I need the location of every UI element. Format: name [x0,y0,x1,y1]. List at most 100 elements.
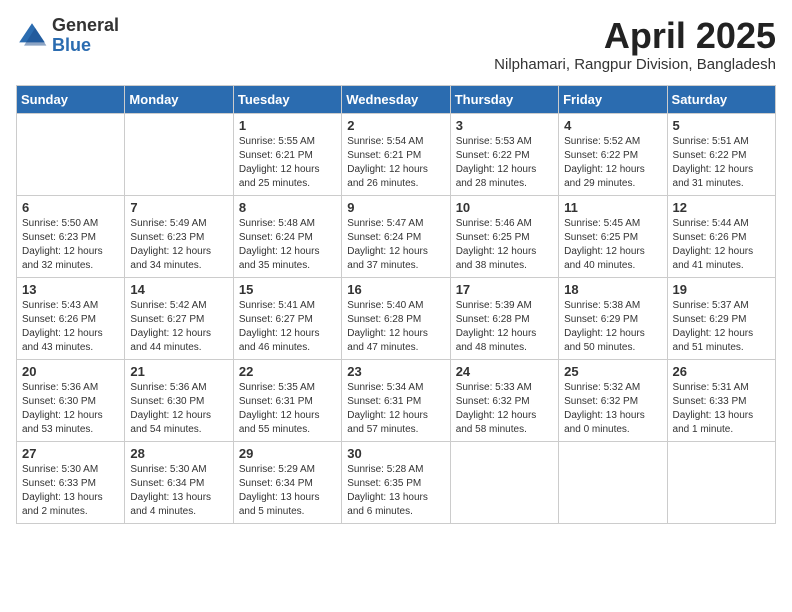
day-info: Sunrise: 5:39 AM Sunset: 6:28 PM Dayligh… [456,299,553,355]
logo-icon [16,20,48,52]
day-info: Sunrise: 5:31 AM Sunset: 6:33 PM Dayligh… [673,381,770,437]
week-row-3: 13 Sunrise: 5:43 AM Sunset: 6:26 PM Dayli… [17,277,776,359]
day-cell: 24 Sunrise: 5:33 AM Sunset: 6:32 PM Dayli… [450,359,558,441]
logo-text: General Blue [52,16,119,56]
day-number: 23 [347,364,444,379]
logo: General Blue [16,16,119,56]
calendar-subtitle: Nilphamari, Rangpur Division, Bangladesh [494,56,776,73]
day-info: Sunrise: 5:33 AM Sunset: 6:32 PM Dayligh… [456,381,553,437]
day-cell: 8 Sunrise: 5:48 AM Sunset: 6:24 PM Daylig… [233,195,341,277]
logo-general: General [52,16,119,36]
day-number: 4 [564,118,661,133]
day-info: Sunrise: 5:36 AM Sunset: 6:30 PM Dayligh… [130,381,227,437]
day-info: Sunrise: 5:50 AM Sunset: 6:23 PM Dayligh… [22,217,119,273]
day-number: 6 [22,200,119,215]
day-cell: 19 Sunrise: 5:37 AM Sunset: 6:29 PM Dayli… [667,277,775,359]
day-cell: 26Sunrise: 5:31 AM Sunset: 6:33 PM Dayli… [667,359,775,441]
day-info: Sunrise: 5:30 AM Sunset: 6:33 PM Dayligh… [22,463,119,519]
day-cell: 12Sunrise: 5:44 AM Sunset: 6:26 PM Dayli… [667,195,775,277]
day-number: 29 [239,446,336,461]
day-number: 30 [347,446,444,461]
day-cell: 25 Sunrise: 5:32 AM Sunset: 6:32 PM Dayli… [559,359,667,441]
header-day-saturday: Saturday [667,85,775,113]
day-number: 27 [22,446,119,461]
day-info: Sunrise: 5:53 AM Sunset: 6:22 PM Dayligh… [456,135,553,191]
day-info: Sunrise: 5:32 AM Sunset: 6:32 PM Dayligh… [564,381,661,437]
day-info: Sunrise: 5:55 AM Sunset: 6:21 PM Dayligh… [239,135,336,191]
day-info: Sunrise: 5:41 AM Sunset: 6:27 PM Dayligh… [239,299,336,355]
day-number: 9 [347,200,444,215]
day-number: 11 [564,200,661,215]
day-cell: 27 Sunrise: 5:30 AM Sunset: 6:33 PM Dayli… [17,441,125,523]
day-cell: 22 Sunrise: 5:35 AM Sunset: 6:31 PM Dayli… [233,359,341,441]
day-info: Sunrise: 5:30 AM Sunset: 6:34 PM Dayligh… [130,463,227,519]
day-number: 14 [130,282,227,297]
day-number: 15 [239,282,336,297]
day-number: 13 [22,282,119,297]
day-number: 22 [239,364,336,379]
day-number: 18 [564,282,661,297]
header-day-wednesday: Wednesday [342,85,450,113]
header-day-friday: Friday [559,85,667,113]
day-cell: 7Sunrise: 5:49 AM Sunset: 6:23 PM Daylig… [125,195,233,277]
day-cell: 1 Sunrise: 5:55 AM Sunset: 6:21 PM Daylig… [233,113,341,195]
day-cell: 9 Sunrise: 5:47 AM Sunset: 6:24 PM Daylig… [342,195,450,277]
title-area: April 2025 Nilphamari, Rangpur Division,… [494,16,776,73]
day-cell: 15 Sunrise: 5:41 AM Sunset: 6:27 PM Dayli… [233,277,341,359]
day-cell: 30 Sunrise: 5:28 AM Sunset: 6:35 PM Dayli… [342,441,450,523]
day-info: Sunrise: 5:52 AM Sunset: 6:22 PM Dayligh… [564,135,661,191]
day-number: 17 [456,282,553,297]
day-info: Sunrise: 5:29 AM Sunset: 6:34 PM Dayligh… [239,463,336,519]
day-number: 24 [456,364,553,379]
day-number: 28 [130,446,227,461]
week-row-4: 20 Sunrise: 5:36 AM Sunset: 6:30 PM Dayli… [17,359,776,441]
header-day-sunday: Sunday [17,85,125,113]
day-number: 1 [239,118,336,133]
day-number: 25 [564,364,661,379]
day-number: 21 [130,364,227,379]
day-cell: 28 Sunrise: 5:30 AM Sunset: 6:34 PM Dayli… [125,441,233,523]
day-cell: 18Sunrise: 5:38 AM Sunset: 6:29 PM Dayli… [559,277,667,359]
day-number: 3 [456,118,553,133]
day-number: 7 [130,200,227,215]
day-cell: 16Sunrise: 5:40 AM Sunset: 6:28 PM Dayli… [342,277,450,359]
day-info: Sunrise: 5:35 AM Sunset: 6:31 PM Dayligh… [239,381,336,437]
day-info: Sunrise: 5:42 AM Sunset: 6:27 PM Dayligh… [130,299,227,355]
day-cell [450,441,558,523]
day-cell: 29 Sunrise: 5:29 AM Sunset: 6:34 PM Dayli… [233,441,341,523]
day-cell: 23Sunrise: 5:34 AM Sunset: 6:31 PM Dayli… [342,359,450,441]
day-cell [667,441,775,523]
day-info: Sunrise: 5:36 AM Sunset: 6:30 PM Dayligh… [22,381,119,437]
day-cell: 5Sunrise: 5:51 AM Sunset: 6:22 PM Daylig… [667,113,775,195]
calendar-header-row: SundayMondayTuesdayWednesdayThursdayFrid… [17,85,776,113]
day-cell [125,113,233,195]
day-cell: 11 Sunrise: 5:45 AM Sunset: 6:25 PM Dayli… [559,195,667,277]
day-info: Sunrise: 5:48 AM Sunset: 6:24 PM Dayligh… [239,217,336,273]
day-info: Sunrise: 5:46 AM Sunset: 6:25 PM Dayligh… [456,217,553,273]
day-info: Sunrise: 5:28 AM Sunset: 6:35 PM Dayligh… [347,463,444,519]
day-info: Sunrise: 5:51 AM Sunset: 6:22 PM Dayligh… [673,135,770,191]
week-row-2: 6 Sunrise: 5:50 AM Sunset: 6:23 PM Daylig… [17,195,776,277]
day-cell: 17 Sunrise: 5:39 AM Sunset: 6:28 PM Dayli… [450,277,558,359]
day-cell [17,113,125,195]
day-cell: 20 Sunrise: 5:36 AM Sunset: 6:30 PM Dayli… [17,359,125,441]
day-number: 16 [347,282,444,297]
day-cell: 6 Sunrise: 5:50 AM Sunset: 6:23 PM Daylig… [17,195,125,277]
day-info: Sunrise: 5:47 AM Sunset: 6:24 PM Dayligh… [347,217,444,273]
week-row-5: 27 Sunrise: 5:30 AM Sunset: 6:33 PM Dayli… [17,441,776,523]
day-number: 20 [22,364,119,379]
day-number: 8 [239,200,336,215]
day-info: Sunrise: 5:44 AM Sunset: 6:26 PM Dayligh… [673,217,770,273]
day-info: Sunrise: 5:45 AM Sunset: 6:25 PM Dayligh… [564,217,661,273]
calendar-table: SundayMondayTuesdayWednesdayThursdayFrid… [16,85,776,524]
day-info: Sunrise: 5:37 AM Sunset: 6:29 PM Dayligh… [673,299,770,355]
logo-blue: Blue [52,36,119,56]
day-info: Sunrise: 5:43 AM Sunset: 6:26 PM Dayligh… [22,299,119,355]
day-cell: 14 Sunrise: 5:42 AM Sunset: 6:27 PM Dayli… [125,277,233,359]
header-day-monday: Monday [125,85,233,113]
day-cell: 10Sunrise: 5:46 AM Sunset: 6:25 PM Dayli… [450,195,558,277]
day-cell: 21 Sunrise: 5:36 AM Sunset: 6:30 PM Dayli… [125,359,233,441]
day-cell: 2Sunrise: 5:54 AM Sunset: 6:21 PM Daylig… [342,113,450,195]
day-number: 19 [673,282,770,297]
day-number: 2 [347,118,444,133]
